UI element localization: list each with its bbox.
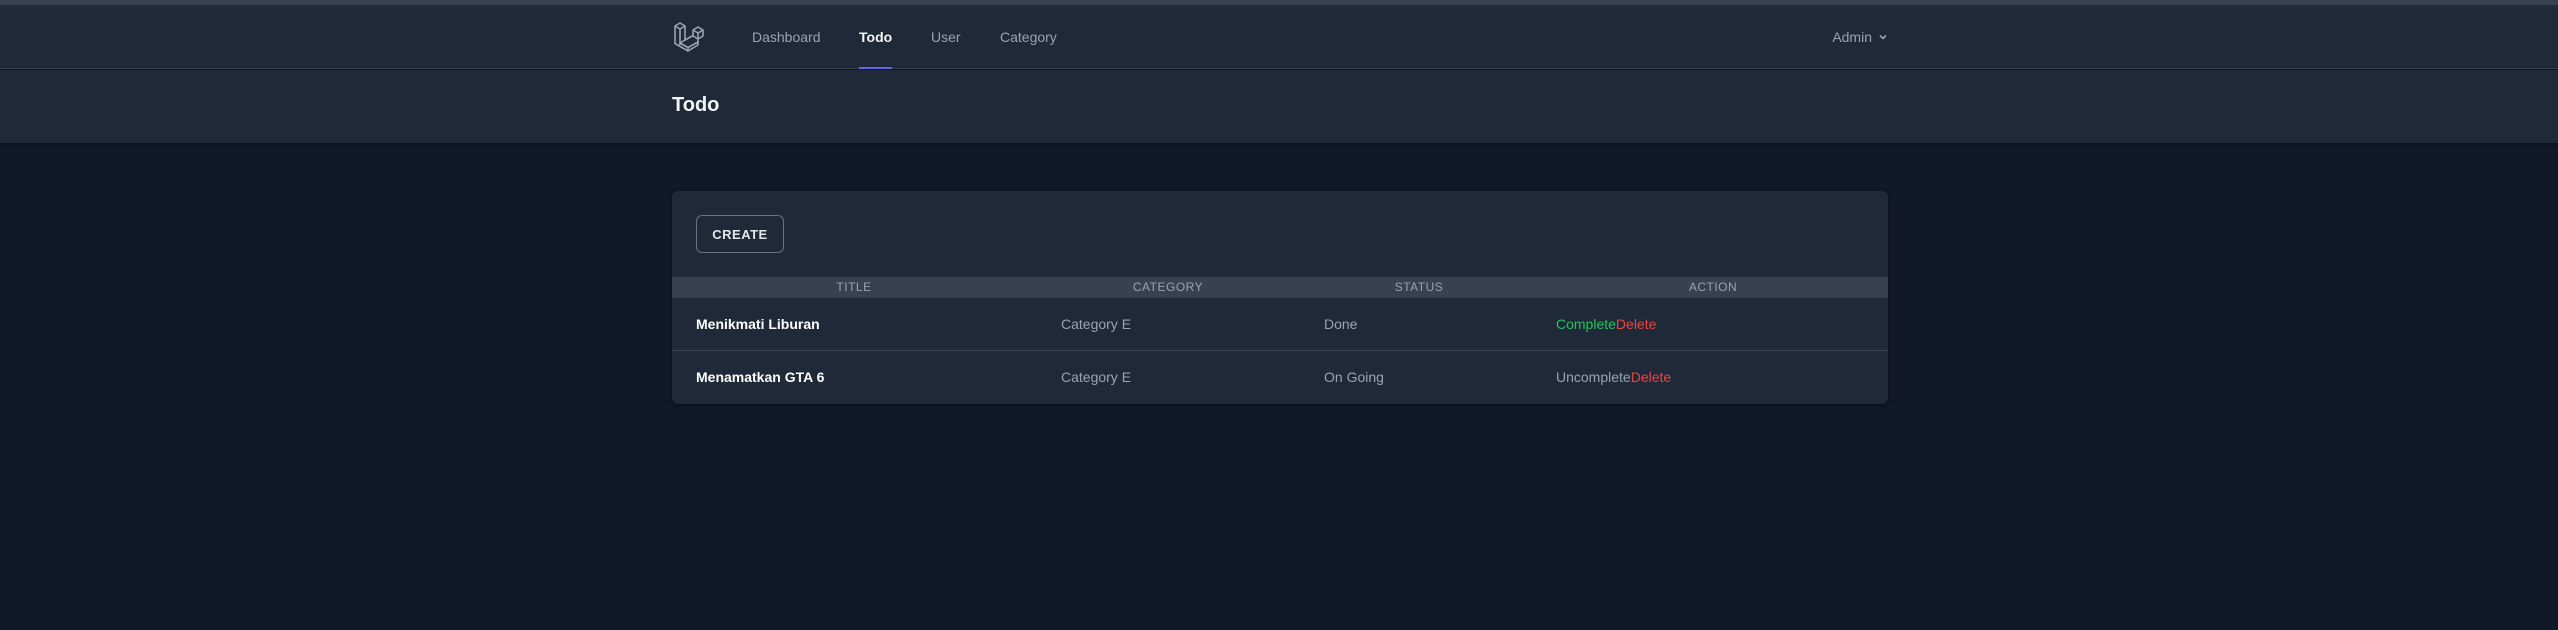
chevron-down-icon bbox=[1879, 34, 1887, 40]
todo-actions: UncompleteDelete bbox=[1556, 351, 1671, 404]
todo-actions: CompleteDelete bbox=[1556, 298, 1656, 351]
delete-button[interactable]: Delete bbox=[1631, 369, 1671, 385]
column-header-action: Action bbox=[1688, 280, 1738, 294]
page-title: Todo bbox=[672, 94, 720, 116]
nav-link-user[interactable]: User bbox=[931, 5, 961, 69]
table-row: Menikmati Liburan Category E Done Comple… bbox=[672, 298, 1888, 351]
uncomplete-button[interactable]: Uncomplete bbox=[1556, 369, 1631, 385]
table-row: Menamatkan GTA 6 Category E On Going Unc… bbox=[672, 351, 1888, 404]
column-header-title: Title bbox=[836, 280, 872, 294]
create-button[interactable]: CREATE bbox=[696, 215, 784, 253]
todo-category: Category E bbox=[1061, 369, 1132, 385]
user-dropdown-button[interactable]: Admin bbox=[1832, 5, 1888, 69]
nav-link-dashboard[interactable]: Dashboard bbox=[752, 5, 821, 69]
todo-title: Menikmati Liburan bbox=[696, 316, 820, 332]
column-header-status: Status bbox=[1394, 280, 1444, 294]
laravel-logo-icon[interactable] bbox=[672, 20, 706, 54]
nav-link-todo[interactable]: Todo bbox=[859, 5, 893, 69]
complete-button[interactable]: Complete bbox=[1556, 316, 1616, 332]
delete-button[interactable]: Delete bbox=[1616, 316, 1656, 332]
user-name: Admin bbox=[1832, 29, 1872, 45]
navbar-inner: Dashboard Todo User Category Admin bbox=[672, 5, 1888, 69]
table-header: Title Category Status Action bbox=[672, 277, 1888, 298]
nav-link-category[interactable]: Category bbox=[1000, 5, 1057, 69]
todo-card: CREATE Title Category Status Action Meni… bbox=[672, 191, 1888, 404]
page-header: Todo bbox=[0, 70, 2558, 143]
todo-title: Menamatkan GTA 6 bbox=[696, 369, 825, 385]
todo-status: Done bbox=[1324, 316, 1358, 332]
column-header-category: Category bbox=[1132, 280, 1204, 294]
navbar: Dashboard Todo User Category Admin bbox=[0, 5, 2558, 69]
todo-category: Category E bbox=[1061, 316, 1132, 332]
todo-status: On Going bbox=[1324, 369, 1384, 385]
